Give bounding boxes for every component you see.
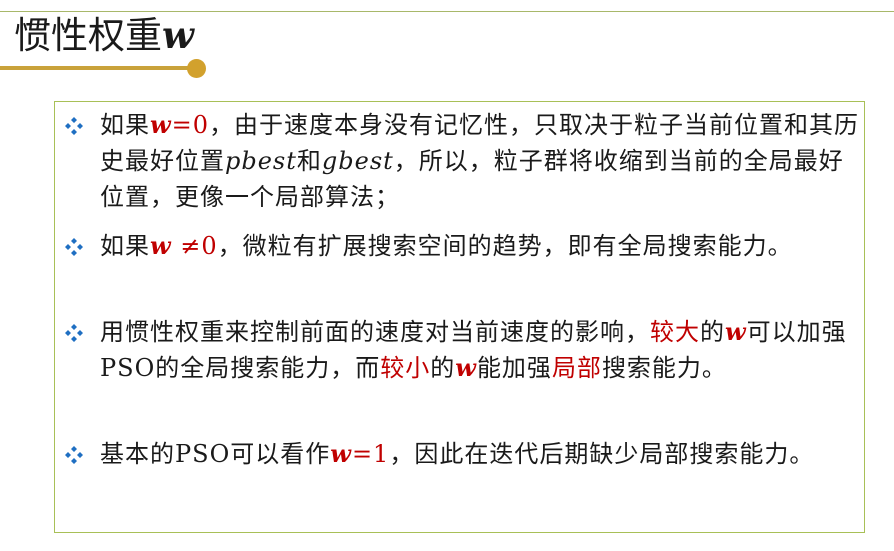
text-segment: gbest <box>321 147 394 175</box>
text-segment: 局部 <box>551 354 602 382</box>
text-segment: =1 <box>351 440 390 468</box>
text-segment: =0 <box>171 111 210 139</box>
text-segment: ，因此在迭代后期缺少局部搜索能力。 <box>389 440 815 468</box>
bullet-item-4: 基本的PSO可以看作w=1，因此在迭代后期缺少局部搜索能力。 <box>65 436 860 472</box>
bullet-text: 如果w ≠0，微粒有扩展搜索空间的趋势，即有全局搜索能力。 <box>65 228 860 264</box>
text-segment: 和 <box>296 147 322 175</box>
four-diamond-bullet-icon <box>65 238 83 256</box>
text-segment: 的 <box>700 318 725 346</box>
text-segment: w <box>455 353 477 382</box>
text-segment: 用惯性权重来控制前面的速度对当前速度的影响， <box>100 318 650 346</box>
text-segment: 较小 <box>380 354 431 382</box>
text-segment: w <box>725 317 747 346</box>
text-segment: w <box>330 439 352 468</box>
bullet-text: 如果w=0，由于速度本身没有记忆性，只取决于粒子当前位置和其历史最好位置pbes… <box>65 107 860 215</box>
title-text: 惯性权重 <box>14 14 162 57</box>
text-segment: 较大 <box>650 318 700 346</box>
text-segment: ，微粒有扩展搜索空间的趋势，即有全局搜索能力。 <box>217 232 793 260</box>
four-diamond-bullet-icon <box>65 446 83 464</box>
text-segment: 的 <box>430 354 456 382</box>
bullet-item-1: 如果w=0，由于速度本身没有记忆性，只取决于粒子当前位置和其历史最好位置pbes… <box>65 107 860 215</box>
text-segment: w <box>150 110 172 139</box>
four-diamond-bullet-icon <box>65 324 83 342</box>
slide-title: 惯性权重w <box>14 12 194 59</box>
text-segment: 搜索能力。 <box>601 354 727 382</box>
content-box: 如果w=0，由于速度本身没有记忆性，只取决于粒子当前位置和其历史最好位置pbes… <box>54 101 865 533</box>
four-diamond-bullet-icon <box>65 117 83 135</box>
bullet-item-3: 用惯性权重来控制前面的速度对当前速度的影响，较大的w可以加强PSO的全局搜索能力… <box>65 314 860 386</box>
text-segment: 基本的PSO可以看作 <box>100 440 331 468</box>
bullet-item-2: 如果w ≠0，微粒有扩展搜索空间的趋势，即有全局搜索能力。 <box>65 228 860 264</box>
title-underline-dot <box>187 59 206 78</box>
text-segment: 如果 <box>100 111 150 139</box>
bullet-text: 基本的PSO可以看作w=1，因此在迭代后期缺少局部搜索能力。 <box>65 436 860 472</box>
title-variable: w <box>162 13 194 57</box>
text-segment: 能加强 <box>476 354 552 382</box>
text-segment: pbest <box>225 147 297 175</box>
text-segment: 如果 <box>100 232 150 260</box>
text-segment: w <box>150 231 172 260</box>
text-segment: ≠0 <box>171 232 218 260</box>
title-underline-bar <box>0 66 200 70</box>
bullet-text: 用惯性权重来控制前面的速度对当前速度的影响，较大的w可以加强PSO的全局搜索能力… <box>65 314 860 386</box>
